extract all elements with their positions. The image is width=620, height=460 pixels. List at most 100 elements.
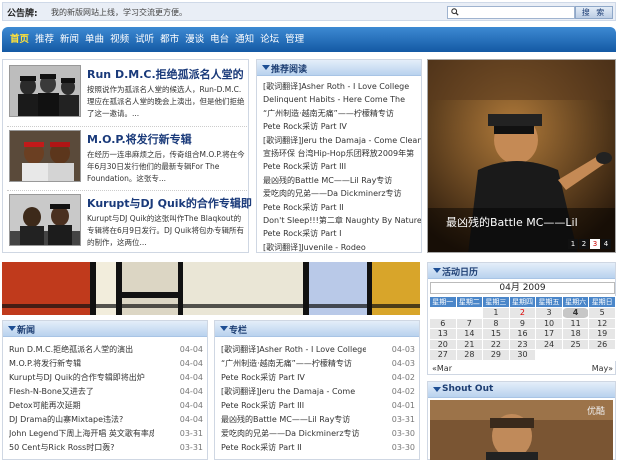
news-item-title[interactable]: Flesh-N-Bone又进去了 (9, 385, 154, 399)
column-item-title[interactable]: Pete Rock采访 Part IV (221, 371, 366, 385)
column-item-title[interactable]: [歌词翻译]Asher Roth - I Love College (221, 343, 366, 357)
recommend-item[interactable]: Pete Rock采访 Part IV (263, 120, 421, 133)
news-item-title[interactable]: Kurupt与DJ Quik的合作专辑即将出炉 (9, 371, 154, 385)
banner-image[interactable] (2, 262, 420, 315)
calendar-day[interactable]: 30 (508, 349, 537, 361)
calendar-day[interactable]: 8 (482, 317, 510, 329)
column-item[interactable]: Pete Rock采访 Part II 03-30 (221, 441, 415, 455)
calendar-day[interactable]: 26 (588, 338, 616, 350)
calendar-day[interactable]: 16 (508, 328, 537, 340)
calendar-day[interactable]: 11 (561, 317, 590, 329)
calendar-day[interactable]: 3 (535, 307, 563, 319)
news-item[interactable]: DJ Drama的山寨Mixtape违法? 04-04 (9, 413, 203, 427)
nav-item[interactable]: 新闻 (60, 27, 79, 52)
news-item[interactable]: John Legend下周上海开唱 英文歌有率成为 03-31 (9, 427, 203, 441)
nav-item[interactable]: 试听 (135, 27, 154, 52)
featured-title[interactable]: Run D.M.C.拒绝孤派名人堂的 (87, 66, 244, 82)
nav-item[interactable]: 漫谈 (185, 27, 204, 52)
recommend-item[interactable]: Don't Sleep!!!第二章 Naughty By Nature (263, 214, 421, 227)
recommend-item[interactable]: 最凶残的Battle MC——Lil Ray专访 (263, 174, 421, 187)
nav-item[interactable]: 都市 (160, 27, 179, 52)
nav-item[interactable]: 通知 (235, 27, 254, 52)
calendar-day[interactable]: 20 (429, 338, 457, 350)
next-month-link[interactable]: May» (592, 364, 613, 373)
nav-item[interactable]: 管理 (285, 27, 304, 52)
column-item-title[interactable]: [歌词翻译]Jeru the Damaja - Come (221, 385, 366, 399)
slide-page-button[interactable]: 1 (568, 239, 578, 249)
search-button[interactable]: 搜 索 (575, 6, 613, 19)
slide-page-button[interactable]: 3 (590, 239, 600, 249)
news-item-title[interactable]: DJ Drama的山寨Mixtape违法? (9, 413, 154, 427)
recommend-item[interactable]: [歌词翻译]Asher Roth - I Love College (263, 80, 421, 93)
recommend-item[interactable]: [歌词翻译]Jeru the Damaja - Come Clean (263, 134, 421, 147)
column-item[interactable]: 爱吃肉的兄弟——Da Dickminerz专访 03-30 (221, 427, 415, 441)
news-item-title[interactable]: Detox可能再次延期 (9, 399, 154, 413)
calendar-day[interactable]: 5 (588, 307, 616, 319)
calendar-day[interactable]: 12 (588, 317, 616, 329)
calendar-day[interactable]: 24 (535, 338, 563, 350)
news-item[interactable]: M.O.P.将发行新专辑 04-04 (9, 357, 203, 371)
recommend-item[interactable]: [歌词翻译]Juvenile - Rodeo (263, 241, 421, 254)
calendar-day[interactable]: 19 (588, 328, 616, 340)
featured-photo-mop[interactable] (9, 130, 81, 182)
column-item[interactable]: [歌词翻译]Jeru the Damaja - Come 04-02 (221, 385, 415, 399)
featured-photo-rundmc[interactable] (9, 65, 81, 117)
calendar-day[interactable]: 23 (508, 338, 537, 350)
column-item[interactable]: Pete Rock采访 Part III 04-01 (221, 399, 415, 413)
featured-title[interactable]: Kurupt与DJ Quik的合作专辑即 (87, 195, 252, 211)
prev-month-link[interactable]: «Mar (432, 364, 452, 373)
news-item[interactable]: Run D.M.C.拒绝孤派名人堂的演出 04-04 (9, 343, 203, 357)
calendar-day[interactable]: 2 (508, 307, 537, 319)
calendar-day[interactable]: 9 (508, 317, 537, 329)
news-item-title[interactable]: M.O.P.将发行新专辑 (9, 357, 154, 371)
slide-page-button[interactable]: 4 (601, 239, 611, 249)
recommend-item[interactable]: “广州制造·越南无痛”——柠檬精专访 (263, 107, 421, 120)
column-item-title[interactable]: “广州制造·越南无痛”——柠檬精专访 (221, 357, 366, 371)
nav-item[interactable]: 首页 (10, 27, 29, 52)
nav-item[interactable]: 电台 (210, 27, 229, 52)
calendar-day[interactable]: 29 (482, 349, 510, 361)
calendar-day[interactable]: 13 (429, 328, 457, 340)
column-item[interactable]: “广州制造·越南无痛”——柠檬精专访 04-03 (221, 357, 415, 371)
calendar-day[interactable]: 22 (482, 338, 510, 350)
nav-item[interactable]: 单曲 (85, 27, 104, 52)
calendar-day[interactable]: 17 (535, 328, 563, 340)
slideshow-caption[interactable]: 最凶残的Battle MC——Lil (446, 214, 578, 230)
column-item-title[interactable]: Pete Rock采访 Part II (221, 441, 366, 455)
column-item-title[interactable]: Pete Rock采访 Part III (221, 399, 366, 413)
news-item[interactable]: Detox可能再次延期 04-04 (9, 399, 203, 413)
column-item-title[interactable]: 爱吃肉的兄弟——Da Dickminerz专访 (221, 427, 366, 441)
column-item[interactable]: 最凶残的Battle MC——Lil Ray专访 03-31 (221, 413, 415, 427)
shout-video[interactable]: 优酷 (430, 400, 613, 460)
calendar-day[interactable]: 28 (455, 349, 484, 361)
recommend-item[interactable]: Pete Rock采访 Part II (263, 201, 421, 214)
featured-item[interactable]: M.O.P.将发行新专辑 在经历一连串麻烦之后，传奇组合M.O.P.将在今年6月… (7, 126, 247, 186)
recommend-item[interactable]: 宣扬环保 台湾Hip-Hop乐团释放2009年第 (263, 147, 421, 160)
calendar-day[interactable]: 4 (561, 307, 590, 319)
recommend-item[interactable]: Delinquent Habits - Here Come The (263, 93, 421, 106)
calendar-day[interactable]: 27 (429, 349, 457, 361)
recommend-item[interactable]: 爱吃肉的兄弟——Da Dickminerz专访 (263, 187, 421, 200)
calendar-day[interactable]: 15 (482, 328, 510, 340)
calendar-day[interactable]: 1 (482, 307, 510, 319)
calendar-day[interactable]: 6 (429, 317, 457, 329)
calendar-day[interactable]: 10 (535, 317, 563, 329)
nav-item[interactable]: 论坛 (260, 27, 279, 52)
nav-item[interactable]: 视频 (110, 27, 129, 52)
calendar-day[interactable]: 21 (455, 338, 484, 350)
calendar-day[interactable]: 18 (561, 328, 590, 340)
recommend-item[interactable]: Pete Rock采访 Part III (263, 160, 421, 173)
column-item[interactable]: Pete Rock采访 Part IV 04-02 (221, 371, 415, 385)
calendar-day[interactable]: 7 (455, 317, 484, 329)
featured-item[interactable]: Run D.M.C.拒绝孤派名人堂的 按照说作为孤派名人堂的候选人，Run-D.… (7, 62, 247, 122)
featured-item[interactable]: Kurupt与DJ Quik的合作专辑即 Kurupt与DJ Quik的这张叫作… (7, 190, 252, 250)
news-item-title[interactable]: John Legend下周上海开唱 英文歌有率成为 (9, 427, 154, 441)
calendar-day[interactable]: 14 (455, 328, 484, 340)
news-item[interactable]: Kurupt与DJ Quik的合作专辑即将出炉 04-04 (9, 371, 203, 385)
calendar-day[interactable]: 25 (561, 338, 590, 350)
news-item[interactable]: 50 Cent与Rick Ross时口轰? 03-31 (9, 441, 203, 455)
slide-page-button[interactable]: 2 (579, 239, 589, 249)
featured-photo-kurupt[interactable] (9, 194, 81, 246)
featured-title[interactable]: M.O.P.将发行新专辑 (87, 131, 192, 147)
nav-item[interactable]: 推荐 (35, 27, 54, 52)
